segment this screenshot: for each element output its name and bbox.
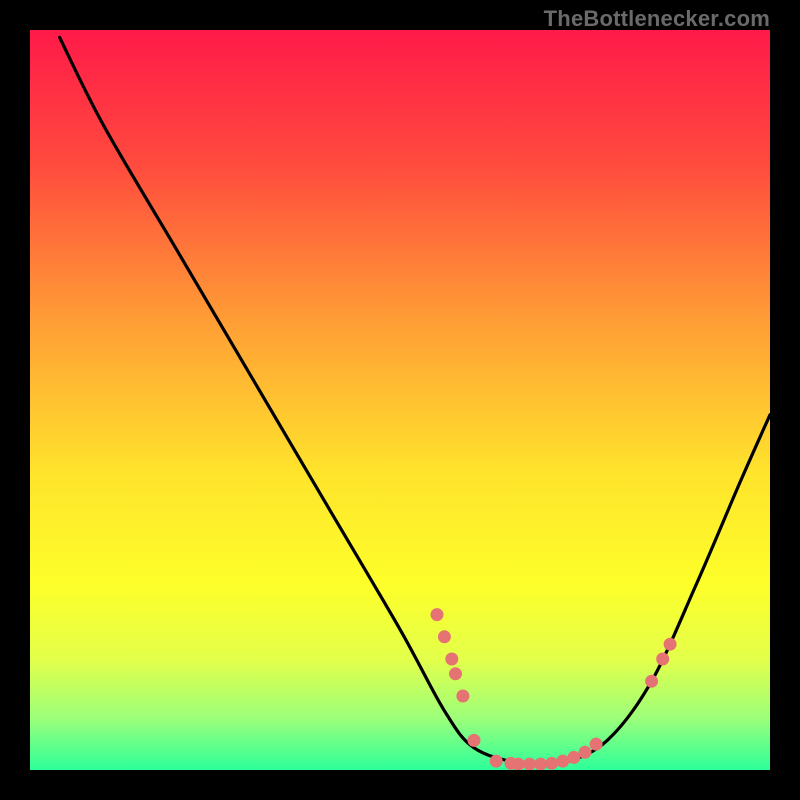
data-marker <box>664 638 677 651</box>
data-marker <box>523 758 536 770</box>
data-marker <box>449 667 462 680</box>
bottleneck-chart <box>30 30 770 770</box>
data-marker <box>512 758 525 770</box>
attribution-text: TheBottlenecker.com <box>544 6 770 32</box>
data-marker <box>545 757 558 770</box>
data-marker <box>645 675 658 688</box>
data-marker <box>438 630 451 643</box>
data-marker <box>567 751 580 764</box>
data-marker <box>534 758 547 770</box>
chart-frame <box>30 30 770 770</box>
data-marker <box>590 738 603 751</box>
data-marker <box>456 690 469 703</box>
data-marker <box>656 653 669 666</box>
data-marker <box>445 653 458 666</box>
data-marker <box>431 608 444 621</box>
data-marker <box>579 746 592 759</box>
data-marker <box>468 734 481 747</box>
data-marker <box>556 755 569 768</box>
data-marker <box>490 755 503 768</box>
